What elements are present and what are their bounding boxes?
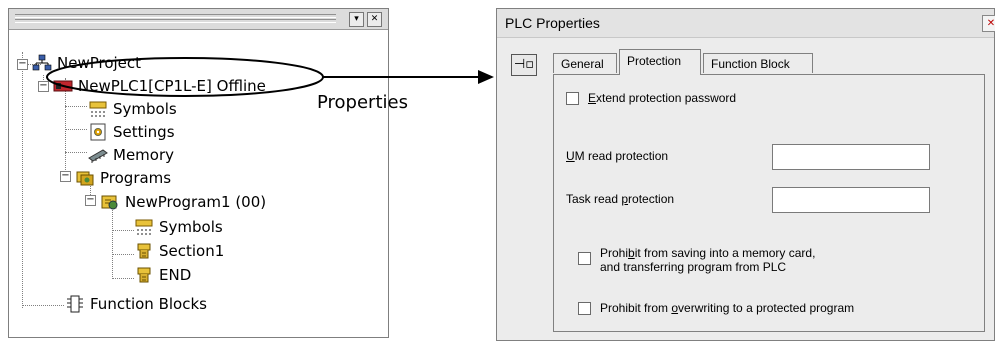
tree-node-newprogram1[interactable]: NewProgram1 (00): [100, 191, 266, 213]
pin-icon: ⊣▫: [513, 57, 535, 72]
properties-titlebar: PLC Properties ✕: [497, 9, 995, 38]
tab-function-block[interactable]: Function Block: [703, 53, 813, 73]
project-tree: − − − − NewProject NewPLC1[CP1L-E] Offli…: [9, 30, 388, 337]
symbols-icon: [134, 218, 154, 236]
prohibit-overwrite-label: Prohibit from overwriting to a protected…: [600, 301, 855, 315]
tree-node-label: NewProject: [57, 54, 142, 72]
network-icon: [32, 54, 52, 72]
extend-password-label: Extend protection password: [588, 91, 737, 105]
tree-node-section1[interactable]: Section1: [134, 240, 224, 262]
symbols-icon: [88, 100, 108, 118]
collapse-icon[interactable]: −: [85, 195, 96, 206]
tree-node-plc[interactable]: NewPLC1[CP1L-E] Offline: [53, 75, 266, 97]
prohibit-overwrite-checkbox[interactable]: [578, 302, 591, 315]
window-title: PLC Properties: [505, 15, 600, 31]
tree-node-label: NewPLC1[CP1L-E] Offline: [78, 77, 266, 95]
pin-button[interactable]: ⊣▫: [511, 54, 537, 76]
extend-password-option[interactable]: Extend protection password: [566, 91, 736, 105]
tree-node-label: Function Blocks: [90, 295, 207, 313]
protection-tab-panel: Extend protection password UM read prote…: [553, 74, 985, 332]
tree-node-end[interactable]: END: [134, 264, 191, 286]
tab-protection[interactable]: Protection: [619, 49, 701, 75]
programs-icon: [75, 169, 95, 187]
tree-node-label: Memory: [113, 146, 175, 164]
task-read-protection-input[interactable]: [772, 187, 930, 213]
tree-node-memory[interactable]: Memory: [88, 144, 174, 166]
section-icon: [134, 242, 154, 260]
collapse-icon[interactable]: −: [17, 59, 28, 70]
plc-icon: [53, 77, 73, 95]
tree-node-label: NewProgram1 (00): [125, 193, 267, 211]
collapse-icon[interactable]: −: [38, 81, 49, 92]
tree-node-label: Section1: [159, 242, 225, 260]
function-block-icon: [65, 295, 85, 313]
um-read-protection-input[interactable]: [772, 144, 930, 170]
extend-password-checkbox[interactable]: [566, 92, 579, 105]
titlebar-grip: [15, 14, 336, 18]
task-read-label: Task read protection: [566, 192, 675, 206]
tree-node-label: Symbols: [159, 218, 223, 236]
dropdown-icon[interactable]: ▾: [349, 12, 364, 27]
callout-arrowhead: [478, 70, 494, 84]
tree-node-label: Symbols: [113, 100, 177, 118]
tree-node-label: END: [159, 266, 192, 284]
tree-titlebar: ▾ ✕: [9, 9, 388, 30]
memory-icon: [88, 146, 108, 164]
prohibit-saving-option[interactable]: Prohibit from saving into a memory card,…: [578, 246, 815, 274]
prohibit-saving-checkbox[interactable]: [578, 252, 591, 265]
callout-label: Properties: [317, 92, 408, 113]
settings-icon: [88, 123, 108, 141]
tree-node-newproject[interactable]: NewProject: [32, 52, 141, 74]
tree-node-programs[interactable]: Programs: [75, 167, 171, 189]
close-icon[interactable]: ✕: [982, 15, 995, 32]
plc-properties-window: PLC Properties ✕ ⊣▫ General Protection F…: [496, 8, 995, 341]
collapse-icon[interactable]: −: [60, 171, 71, 182]
tree-node-program-symbols[interactable]: Symbols: [134, 216, 223, 238]
tree-node-function-blocks[interactable]: Function Blocks: [65, 293, 207, 315]
titlebar-grip: [15, 19, 336, 23]
prohibit-saving-label: Prohibit from saving into a memory card,…: [600, 246, 816, 274]
um-read-label: UM read protection: [566, 149, 669, 163]
section-icon: [134, 266, 154, 284]
project-tree-panel: ▾ ✕ − − − − NewProject NewPLC1[CP1L-E] O…: [8, 8, 389, 338]
program-icon: [100, 193, 120, 211]
tree-node-symbols[interactable]: Symbols: [88, 98, 177, 120]
prohibit-overwrite-option[interactable]: Prohibit from overwriting to a protected…: [578, 301, 854, 315]
tree-node-settings[interactable]: Settings: [88, 121, 175, 143]
tab-general[interactable]: General: [553, 53, 617, 73]
tree-node-label: Settings: [113, 123, 175, 141]
close-icon[interactable]: ✕: [367, 12, 382, 27]
tree-node-label: Programs: [100, 169, 172, 187]
